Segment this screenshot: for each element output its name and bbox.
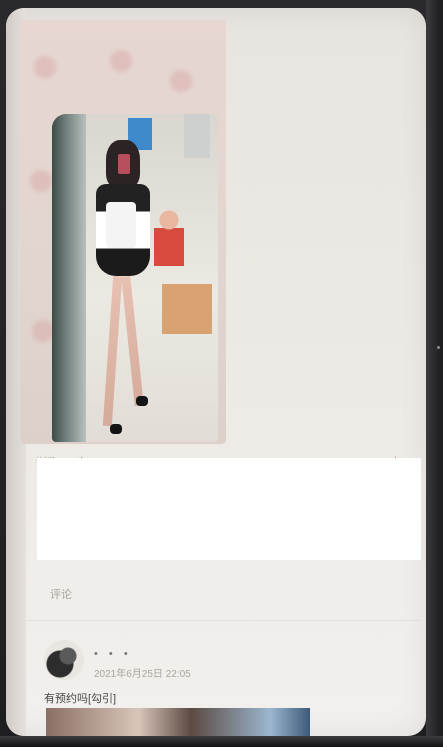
phone bbox=[118, 154, 130, 174]
device-edge bbox=[426, 0, 443, 747]
device-bottom-edge bbox=[0, 736, 443, 747]
divider bbox=[26, 620, 420, 621]
leg bbox=[102, 275, 123, 427]
door-frame bbox=[52, 114, 86, 442]
avatar[interactable] bbox=[44, 640, 84, 680]
shelf bbox=[162, 284, 212, 334]
comment-attached-image[interactable] bbox=[46, 708, 310, 736]
wallpaper-pattern bbox=[34, 56, 56, 78]
shoe bbox=[136, 396, 148, 406]
mirror-selfie-photo bbox=[52, 114, 218, 442]
leg bbox=[121, 275, 144, 407]
redaction-block bbox=[37, 458, 421, 560]
comment-username[interactable]: • • • bbox=[94, 648, 132, 660]
wallpaper-pattern bbox=[110, 50, 132, 72]
phone-screen: 浏览567次 ✶ 评论 • • • 2021年6月25日 22:05 有预约吗[… bbox=[6, 8, 426, 736]
apron bbox=[106, 202, 136, 248]
comment-timestamp: 2021年6月25日 22:05 bbox=[94, 669, 191, 680]
shoe bbox=[110, 424, 122, 434]
wallpaper-pattern bbox=[30, 170, 52, 192]
wall-cabinet bbox=[184, 114, 210, 158]
wallpaper-pattern bbox=[170, 70, 192, 92]
device-frame: 浏览567次 ✶ 评论 • • • 2021年6月25日 22:05 有预约吗[… bbox=[0, 0, 443, 747]
comment-text: 有预约吗[勾引] bbox=[44, 693, 117, 705]
wallpaper-pattern bbox=[32, 320, 54, 342]
camera-dot bbox=[437, 346, 440, 349]
toy-figure bbox=[154, 206, 184, 276]
person-figure bbox=[88, 140, 158, 440]
comment-link[interactable]: 评论 bbox=[50, 586, 72, 602]
